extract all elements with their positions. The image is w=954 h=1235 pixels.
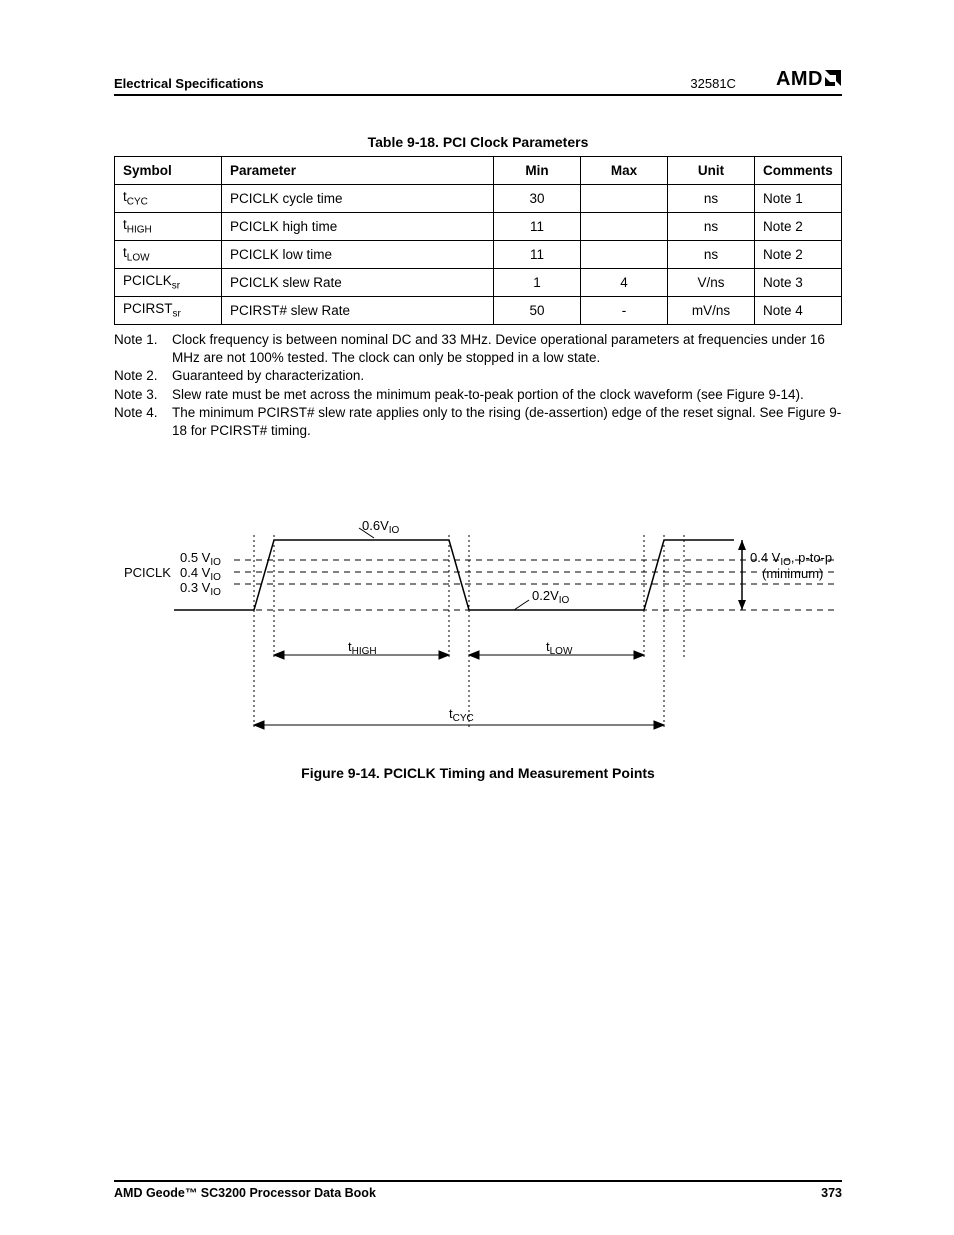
- timing-diagram: 0.6VIO 0.2VIO PCICLK 0.5 VIO 0.4 VIO 0.3…: [114, 520, 842, 750]
- col-symbol: Symbol: [115, 157, 222, 185]
- cell-symbol: tCYC: [115, 185, 222, 213]
- col-parameter: Parameter: [222, 157, 494, 185]
- col-max: Max: [581, 157, 668, 185]
- note-text: Slew rate must be met across the minimum…: [172, 386, 804, 404]
- svg-text:tCYC: tCYC: [449, 706, 474, 724]
- cell-min: 1: [494, 269, 581, 297]
- cell-symbol: PCICLKsr: [115, 269, 222, 297]
- note-row: Note 4.The minimum PCIRST# slew rate app…: [114, 404, 842, 440]
- header-section: Electrical Specifications: [114, 76, 264, 91]
- page-footer: AMD Geode™ SC3200 Processor Data Book 37…: [114, 1180, 842, 1200]
- cell-symbol: PCIRSTsr: [115, 297, 222, 325]
- cell-comments: Note 4: [755, 297, 842, 325]
- cell-min: 30: [494, 185, 581, 213]
- cell-comments: Note 3: [755, 269, 842, 297]
- table-title: Table 9-18. PCI Clock Parameters: [114, 134, 842, 150]
- cell-max: [581, 213, 668, 241]
- cell-parameter: PCICLK high time: [222, 213, 494, 241]
- col-comments: Comments: [755, 157, 842, 185]
- cell-parameter: PCIRST# slew Rate: [222, 297, 494, 325]
- cell-unit: V/ns: [668, 269, 755, 297]
- cell-min: 11: [494, 241, 581, 269]
- svg-text:0.2VIO: 0.2VIO: [532, 588, 570, 606]
- cell-comments: Note 1: [755, 185, 842, 213]
- col-unit: Unit: [668, 157, 755, 185]
- cell-max: 4: [581, 269, 668, 297]
- cell-symbol: tHIGH: [115, 213, 222, 241]
- note-label: Note 1.: [114, 331, 172, 367]
- cell-parameter: PCICLK slew Rate: [222, 269, 494, 297]
- cell-min: 50: [494, 297, 581, 325]
- cell-parameter: PCICLK low time: [222, 241, 494, 269]
- page-header: Electrical Specifications 32581C AMD: [114, 68, 842, 96]
- table-row: tLOWPCICLK low time11 nsNote 2: [115, 241, 842, 269]
- table-notes: Note 1.Clock frequency is between nomina…: [114, 331, 842, 440]
- cell-unit: ns: [668, 185, 755, 213]
- note-row: Note 2.Guaranteed by characterization.: [114, 367, 842, 385]
- svg-text:PCICLK: PCICLK: [124, 565, 171, 580]
- amd-logo: AMD: [776, 68, 842, 91]
- cell-unit: ns: [668, 241, 755, 269]
- footer-title: AMD Geode™ SC3200 Processor Data Book: [114, 1186, 376, 1200]
- cell-unit: mV/ns: [668, 297, 755, 325]
- cell-symbol: tLOW: [115, 241, 222, 269]
- figure-caption: Figure 9-14. PCICLK Timing and Measureme…: [114, 765, 842, 781]
- svg-text:(minimum): (minimum): [762, 566, 823, 581]
- cell-parameter: PCICLK cycle time: [222, 185, 494, 213]
- table-row: tHIGHPCICLK high time11 nsNote 2: [115, 213, 842, 241]
- cell-comments: Note 2: [755, 213, 842, 241]
- svg-text:tLOW: tLOW: [546, 639, 573, 657]
- svg-text:tHIGH: tHIGH: [348, 639, 377, 657]
- table-header-row: Symbol Parameter Min Max Unit Comments: [115, 157, 842, 185]
- figure-9-14: 0.6VIO 0.2VIO PCICLK 0.5 VIO 0.4 VIO 0.3…: [114, 520, 842, 781]
- note-row: Note 3.Slew rate must be met across the …: [114, 386, 842, 404]
- page-number: 373: [821, 1186, 842, 1200]
- note-row: Note 1.Clock frequency is between nomina…: [114, 331, 842, 367]
- note-label: Note 3.: [114, 386, 172, 404]
- table-row: tCYCPCICLK cycle time30 nsNote 1: [115, 185, 842, 213]
- table-row: PCIRSTsrPCIRST# slew Rate50-mV/nsNote 4: [115, 297, 842, 325]
- note-text: Guaranteed by characterization.: [172, 367, 364, 385]
- note-label: Note 4.: [114, 404, 172, 440]
- cell-max: -: [581, 297, 668, 325]
- cell-unit: ns: [668, 213, 755, 241]
- note-label: Note 2.: [114, 367, 172, 385]
- parameters-table: Symbol Parameter Min Max Unit Comments t…: [114, 156, 842, 325]
- cell-min: 11: [494, 213, 581, 241]
- col-min: Min: [494, 157, 581, 185]
- header-docnum: 32581C: [690, 76, 736, 91]
- cell-max: [581, 185, 668, 213]
- cell-comments: Note 2: [755, 241, 842, 269]
- cell-max: [581, 241, 668, 269]
- table-row: PCICLKsrPCICLK slew Rate14V/nsNote 3: [115, 269, 842, 297]
- note-text: The minimum PCIRST# slew rate applies on…: [172, 404, 842, 440]
- note-text: Clock frequency is between nominal DC an…: [172, 331, 842, 367]
